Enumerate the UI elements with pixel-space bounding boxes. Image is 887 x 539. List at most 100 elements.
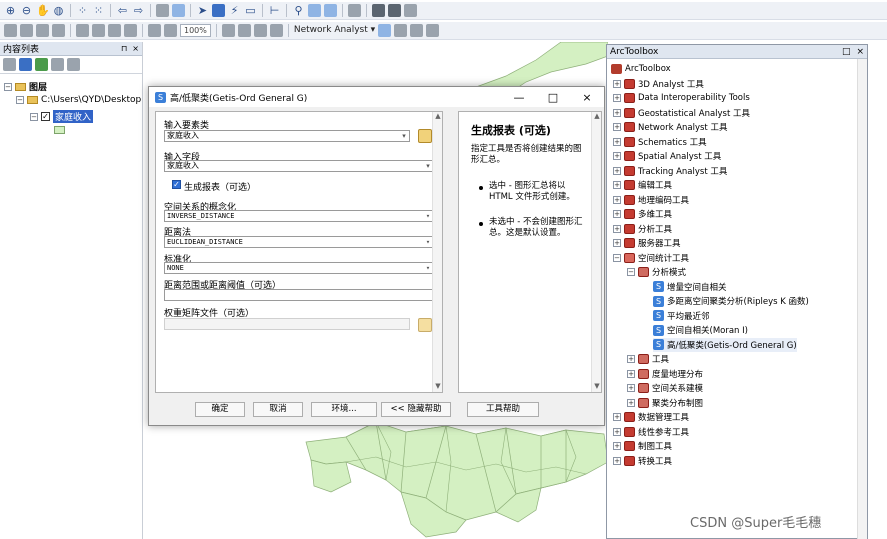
toolbox-item[interactable]: + 制图工具 <box>613 439 672 453</box>
minimize-button[interactable]: — <box>502 91 536 104</box>
scroll-down-icon[interactable]: ▼ <box>433 382 443 392</box>
maximize-button[interactable]: □ <box>536 91 570 104</box>
toolbox-item[interactable]: + 编辑工具 <box>613 178 672 192</box>
expand-icon[interactable]: + <box>613 456 621 465</box>
tool-item[interactable]: S 增量空间自相关 <box>653 280 727 294</box>
toolbox-item[interactable]: − 空间统计工具 <box>613 251 689 265</box>
toc-layer-item[interactable]: − ✓ 家庭收入 <box>30 110 94 123</box>
arctoolbox-root[interactable]: ArcToolbox <box>611 62 671 76</box>
list-by-selection-icon[interactable] <box>51 58 64 71</box>
html-popup-icon[interactable]: ▭ <box>244 4 257 17</box>
zoom-in-icon[interactable]: ⊕ <box>4 4 17 17</box>
save-icon[interactable] <box>36 24 49 37</box>
identify-icon[interactable] <box>212 4 225 17</box>
toolbox-item[interactable]: +3D Analyst 工具 <box>613 77 704 91</box>
expand-icon[interactable]: + <box>613 123 621 131</box>
expand-icon[interactable]: + <box>627 398 635 407</box>
expand-icon[interactable]: + <box>613 210 621 218</box>
tool-item[interactable]: S 高/低聚类(Getis-Ord General G) <box>653 337 797 352</box>
viewer-window-icon[interactable] <box>372 4 385 17</box>
expand-icon[interactable]: + <box>613 137 621 146</box>
expand-icon[interactable]: + <box>613 166 621 175</box>
chevron-down-icon[interactable]: ▾ <box>399 131 409 141</box>
toolbox-item[interactable]: + 数据管理工具 <box>613 410 689 424</box>
catalog-icon[interactable] <box>253 24 267 37</box>
expand-icon[interactable]: + <box>627 369 635 378</box>
scroll-down-icon[interactable]: ▼ <box>592 382 602 392</box>
tool-item[interactable]: S 多距离空间聚类分析(Ripleys K 函数) <box>653 294 809 308</box>
redo-icon[interactable] <box>164 24 177 37</box>
time-slider-icon[interactable] <box>348 4 361 17</box>
back-arrow-icon[interactable]: ⇦ <box>116 4 129 17</box>
open-icon[interactable] <box>20 24 33 37</box>
restore-icon[interactable]: □ <box>842 47 851 57</box>
find-route-icon[interactable] <box>308 4 321 17</box>
layer-symbol[interactable] <box>54 126 65 134</box>
hide-help-button[interactable]: << 隐藏帮助 <box>381 402 451 417</box>
toolbox-item[interactable]: + 服务器工具 <box>613 236 681 250</box>
list-by-source-icon[interactable] <box>19 58 32 71</box>
find-icon[interactable]: ⚲ <box>292 4 305 17</box>
expand-icon[interactable]: + <box>613 108 621 117</box>
toolbox-item[interactable]: + Geostatistical Analyst 工具 <box>613 106 750 120</box>
toolbox-item[interactable]: + Data Interoperability Tools <box>613 91 750 105</box>
toolbox-item[interactable]: + 地理编码工具 <box>613 193 689 207</box>
collapse-icon[interactable]: − <box>4 82 12 91</box>
toolbox-item[interactable]: + Schematics 工具 <box>613 135 707 149</box>
input-field-combo[interactable]: 家庭收入 ▾ <box>164 160 434 172</box>
collapse-icon[interactable]: − <box>613 253 621 262</box>
toolbar-options-icon[interactable] <box>404 4 417 17</box>
distance-method-combo[interactable]: EUCLIDEAN_DISTANCE ▾ <box>164 236 434 248</box>
undo-icon[interactable] <box>148 24 161 37</box>
delete-icon[interactable] <box>124 24 137 37</box>
toolset-item[interactable]: + 度量地理分布 <box>627 367 703 381</box>
pin-icon[interactable]: ⊓ <box>121 44 127 53</box>
expand-icon[interactable]: + <box>613 427 621 436</box>
toolbox-item[interactable]: + 多维工具 <box>613 207 672 221</box>
cancel-button[interactable]: 取消 <box>253 402 303 417</box>
tool-item[interactable]: S 平均最近邻 <box>653 309 710 323</box>
list-by-drawing-order-icon[interactable] <box>3 58 16 71</box>
toolbox-item[interactable]: + Tracking Analyst 工具 <box>613 164 727 178</box>
expand-icon[interactable]: + <box>613 79 621 88</box>
swipe-icon[interactable] <box>388 4 401 17</box>
fixed-zoom-out-icon[interactable]: ⁙ <box>92 4 105 17</box>
clear-selection-icon[interactable] <box>172 4 185 17</box>
select-features-icon[interactable] <box>156 4 169 17</box>
paste-icon[interactable] <box>108 24 121 37</box>
network-analyst-window-icon[interactable] <box>378 24 392 37</box>
expand-icon[interactable]: + <box>613 413 621 421</box>
expand-icon[interactable]: + <box>613 181 621 189</box>
expand-icon[interactable]: + <box>613 224 621 233</box>
new-icon[interactable] <box>4 24 17 37</box>
hyperlink-icon[interactable]: ⚡ <box>228 4 241 17</box>
expand-icon[interactable]: + <box>627 384 635 392</box>
collapse-icon[interactable]: − <box>16 96 24 104</box>
expand-icon[interactable]: + <box>613 239 621 247</box>
measure-icon[interactable]: ⊢ <box>268 4 281 17</box>
toc-path-item[interactable]: − C:\Users\QYD\Desktop <box>16 95 141 105</box>
toolbox-item[interactable]: + Network Analyst 工具 <box>613 120 727 134</box>
toc-root-item[interactable]: − 图层 <box>4 80 47 93</box>
full-extent-icon[interactable]: ◍ <box>52 4 65 17</box>
expand-icon[interactable]: + <box>613 442 621 450</box>
conceptualization-combo[interactable]: INVERSE_DISTANCE ▾ <box>164 210 434 222</box>
pan-icon[interactable]: ✋ <box>36 4 50 17</box>
help-scrollbar[interactable]: ▲ ▼ <box>591 112 601 392</box>
network-build-icon[interactable] <box>426 24 440 37</box>
arctoolbox-close-button[interactable]: × <box>856 47 864 57</box>
collapse-icon[interactable]: − <box>627 268 635 276</box>
list-by-visibility-icon[interactable] <box>35 58 48 71</box>
input-features-combo[interactable]: 家庭收入 ▾ <box>164 130 410 142</box>
scroll-up-icon[interactable]: ▲ <box>592 112 602 122</box>
fixed-zoom-in-icon[interactable]: ⁘ <box>76 4 89 17</box>
network-solve-icon[interactable] <box>394 24 408 37</box>
expand-icon[interactable]: + <box>613 195 621 204</box>
toolset-item[interactable]: + 聚类分布制图 <box>627 396 703 410</box>
editor-icon[interactable] <box>221 24 235 37</box>
cut-icon[interactable] <box>76 24 89 37</box>
expand-icon[interactable]: + <box>613 152 621 160</box>
generate-report-checkbox[interactable]: ✓ <box>172 180 181 189</box>
toc-close-button[interactable]: × <box>132 44 139 53</box>
weights-file-input[interactable] <box>164 318 410 330</box>
